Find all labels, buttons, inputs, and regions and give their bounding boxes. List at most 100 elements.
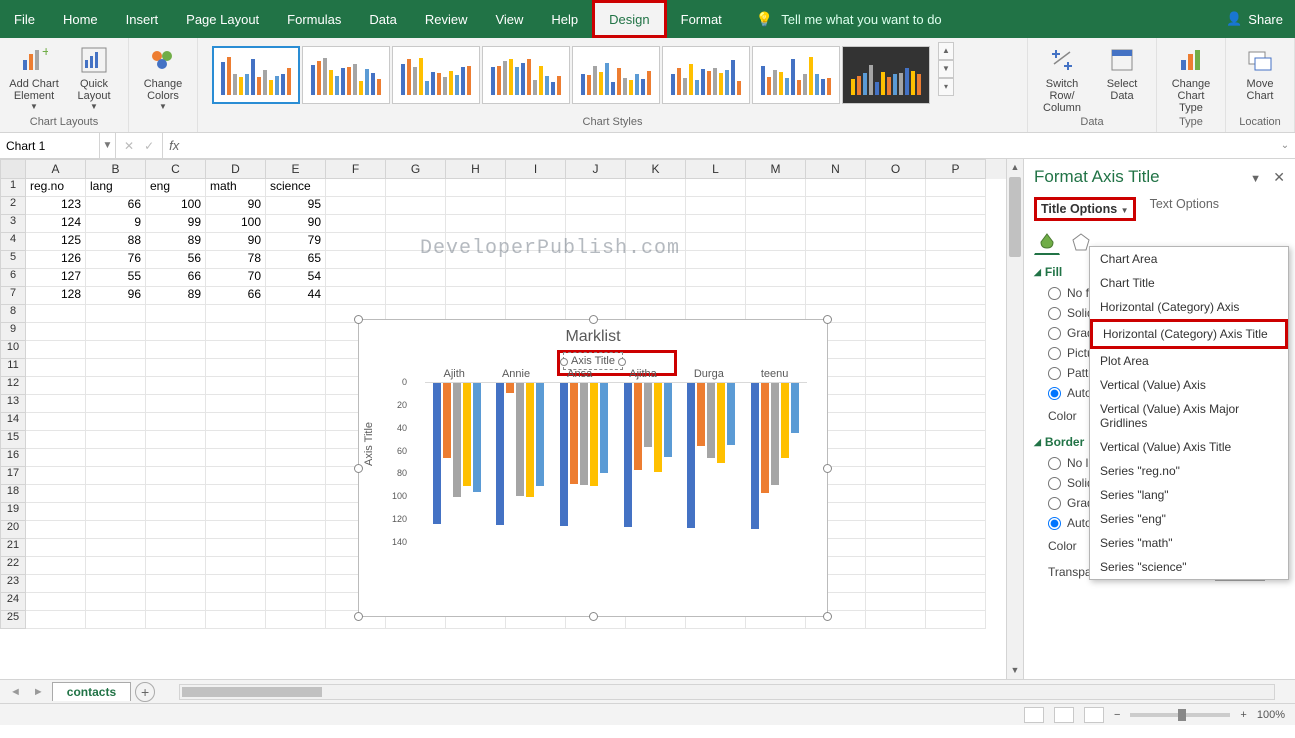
cell[interactable] bbox=[266, 593, 326, 611]
cell[interactable] bbox=[206, 503, 266, 521]
cell[interactable] bbox=[926, 521, 986, 539]
cell[interactable]: 66 bbox=[206, 287, 266, 305]
column-header-J[interactable]: J bbox=[566, 159, 626, 179]
cell[interactable] bbox=[146, 539, 206, 557]
cell[interactable]: 100 bbox=[206, 215, 266, 233]
dropdown-item[interactable]: Series "math" bbox=[1090, 531, 1288, 555]
cell[interactable] bbox=[446, 179, 506, 197]
cell[interactable] bbox=[26, 377, 86, 395]
sheet-nav-prev[interactable]: ◄ bbox=[6, 686, 25, 698]
cell[interactable]: 76 bbox=[86, 251, 146, 269]
cell[interactable] bbox=[206, 557, 266, 575]
cell[interactable] bbox=[146, 305, 206, 323]
styles-scrollbar[interactable]: ▲▼▾ bbox=[938, 42, 954, 108]
horizontal-scrollbar[interactable] bbox=[179, 684, 1275, 700]
cell[interactable] bbox=[266, 431, 326, 449]
cell[interactable] bbox=[686, 233, 746, 251]
cell[interactable]: 90 bbox=[206, 197, 266, 215]
row-header-17[interactable]: 17 bbox=[0, 467, 26, 485]
cell[interactable] bbox=[146, 449, 206, 467]
cell[interactable] bbox=[746, 197, 806, 215]
cell[interactable] bbox=[146, 431, 206, 449]
cell[interactable] bbox=[686, 179, 746, 197]
cell[interactable] bbox=[326, 251, 386, 269]
cell[interactable] bbox=[326, 233, 386, 251]
cell[interactable] bbox=[566, 179, 626, 197]
cell[interactable] bbox=[266, 611, 326, 629]
cell[interactable] bbox=[86, 413, 146, 431]
cell[interactable] bbox=[866, 269, 926, 287]
row-header-6[interactable]: 6 bbox=[0, 269, 26, 287]
add-chart-element-button[interactable]: + Add Chart Element ▼ bbox=[6, 42, 62, 113]
bar[interactable] bbox=[781, 383, 789, 458]
name-box-dropdown[interactable]: ▼ bbox=[100, 133, 116, 158]
dropdown-item[interactable]: Vertical (Value) Axis bbox=[1090, 373, 1288, 397]
cell[interactable] bbox=[446, 269, 506, 287]
chart-style-5[interactable] bbox=[572, 46, 660, 104]
quick-layout-button[interactable]: Quick Layout ▼ bbox=[66, 42, 122, 113]
tab-design[interactable]: Design bbox=[592, 0, 666, 38]
cell[interactable] bbox=[806, 215, 866, 233]
bar[interactable] bbox=[433, 383, 441, 524]
bar[interactable] bbox=[443, 383, 451, 458]
row-header-4[interactable]: 4 bbox=[0, 233, 26, 251]
resize-handle[interactable] bbox=[823, 612, 832, 621]
cell[interactable] bbox=[866, 557, 926, 575]
cell[interactable] bbox=[686, 197, 746, 215]
cell[interactable] bbox=[926, 485, 986, 503]
cell[interactable]: 78 bbox=[206, 251, 266, 269]
cell[interactable] bbox=[806, 233, 866, 251]
cell[interactable] bbox=[326, 269, 386, 287]
cell[interactable] bbox=[266, 503, 326, 521]
cell[interactable] bbox=[206, 485, 266, 503]
cell[interactable] bbox=[266, 521, 326, 539]
cell[interactable]: 66 bbox=[146, 269, 206, 287]
chart-style-8[interactable] bbox=[842, 46, 930, 104]
cell[interactable] bbox=[146, 611, 206, 629]
cell[interactable] bbox=[206, 593, 266, 611]
cell[interactable] bbox=[566, 215, 626, 233]
tab-insert[interactable]: Insert bbox=[112, 0, 173, 38]
move-chart-button[interactable]: Move Chart bbox=[1232, 42, 1288, 104]
cell[interactable] bbox=[86, 305, 146, 323]
row-header-3[interactable]: 3 bbox=[0, 215, 26, 233]
row-header-10[interactable]: 10 bbox=[0, 341, 26, 359]
resize-handle[interactable] bbox=[823, 464, 832, 473]
cell[interactable] bbox=[206, 611, 266, 629]
bar[interactable] bbox=[526, 383, 534, 497]
cell[interactable] bbox=[206, 575, 266, 593]
cell[interactable] bbox=[926, 359, 986, 377]
bar[interactable] bbox=[697, 383, 705, 446]
cell[interactable] bbox=[206, 413, 266, 431]
cell[interactable] bbox=[866, 521, 926, 539]
cell[interactable]: 96 bbox=[86, 287, 146, 305]
cell[interactable]: eng bbox=[146, 179, 206, 197]
cell[interactable]: 123 bbox=[26, 197, 86, 215]
cell[interactable] bbox=[206, 305, 266, 323]
bar[interactable] bbox=[580, 383, 588, 485]
column-header-M[interactable]: M bbox=[746, 159, 806, 179]
cell[interactable] bbox=[746, 287, 806, 305]
cell[interactable]: 65 bbox=[266, 251, 326, 269]
add-sheet-button[interactable]: + bbox=[135, 682, 155, 702]
cell[interactable] bbox=[266, 539, 326, 557]
cell[interactable] bbox=[926, 305, 986, 323]
cell[interactable] bbox=[146, 485, 206, 503]
cell[interactable] bbox=[386, 215, 446, 233]
cell[interactable] bbox=[866, 233, 926, 251]
cell[interactable] bbox=[206, 395, 266, 413]
dropdown-item[interactable]: Series "reg.no" bbox=[1090, 459, 1288, 483]
bar[interactable] bbox=[463, 383, 471, 486]
cell[interactable] bbox=[866, 593, 926, 611]
cell[interactable] bbox=[86, 377, 146, 395]
cell[interactable]: 128 bbox=[26, 287, 86, 305]
cell[interactable] bbox=[206, 521, 266, 539]
close-icon[interactable]: ✕ bbox=[1273, 169, 1285, 186]
cell[interactable] bbox=[26, 575, 86, 593]
zoom-level[interactable]: 100% bbox=[1257, 709, 1285, 721]
chart-plot-area[interactable]: Axis Title AjithAnnieAnsaAjithaDurgateen… bbox=[409, 382, 807, 582]
chart-style-1[interactable] bbox=[212, 46, 300, 104]
worksheet[interactable]: ABCDEFGHIJKLMNOP 1reg.nolangengmathscien… bbox=[0, 159, 1006, 679]
zoom-out-button[interactable]: − bbox=[1114, 709, 1120, 721]
tab-review[interactable]: Review bbox=[411, 0, 482, 38]
